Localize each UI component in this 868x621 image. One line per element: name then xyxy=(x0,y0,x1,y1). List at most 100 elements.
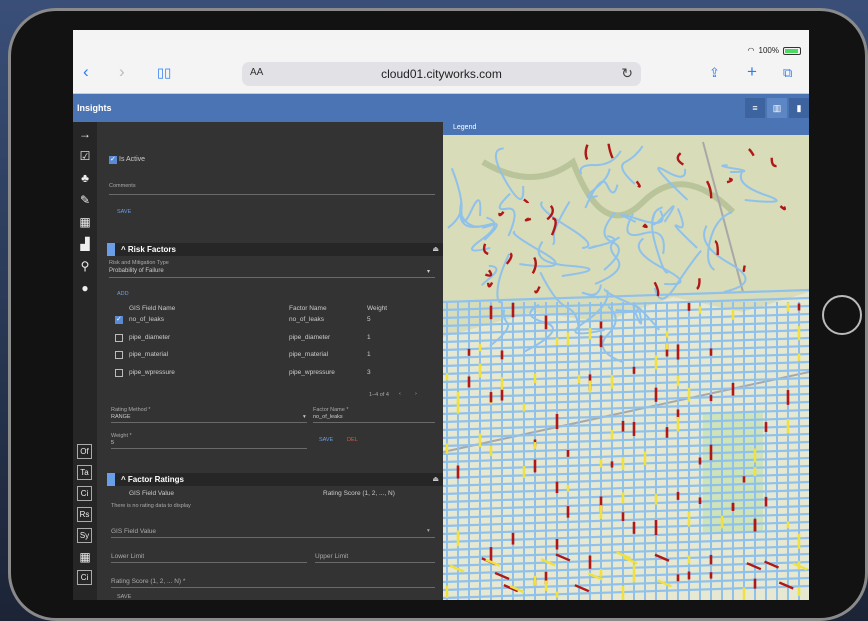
factor-ratings-title: ^ Factor Ratings xyxy=(121,475,184,484)
map-canvas[interactable] xyxy=(443,122,809,600)
legend-label: Legend xyxy=(453,124,477,131)
rating-method-select[interactable]: RANGE xyxy=(111,414,131,420)
sidebar-item-sy[interactable]: Sy xyxy=(77,528,92,543)
gis-field-dropdown-icon[interactable]: ▾ xyxy=(427,528,430,534)
col-factor-name: Factor Name xyxy=(289,305,327,312)
user-icon[interactable]: ● xyxy=(77,280,93,296)
share-icon[interactable]: ⇪ xyxy=(709,65,720,81)
list-view-icon[interactable]: ≡ xyxy=(745,98,765,118)
row-checkbox[interactable] xyxy=(115,315,123,324)
sidebar-item-ci-2[interactable]: Ci xyxy=(77,570,92,585)
dropdown-icon[interactable]: ▾ xyxy=(427,268,430,275)
sidebar-item-of[interactable]: Of xyxy=(77,444,92,459)
calculator-icon[interactable]: ▦ xyxy=(77,214,93,230)
comments-label: Comments xyxy=(109,183,136,189)
is-active-checkbox[interactable] xyxy=(109,155,117,164)
weight-underline xyxy=(111,448,307,449)
safari-toolbar: ◠ 100% ‹ › ▯▯ AA cloud01.cityworks.com ↻… xyxy=(73,30,809,94)
sidebar-item-ta[interactable]: Ta xyxy=(77,465,92,480)
bar-chart-icon[interactable]: ▟ xyxy=(77,236,93,252)
rating-method-label: Rating Method * xyxy=(111,407,151,413)
weight-cell: 1 xyxy=(367,334,371,341)
pagination-text: 1–4 of 4 xyxy=(369,392,389,398)
mitigation-type-label: Risk and Mitigation Type xyxy=(109,260,169,266)
risk-factors-header[interactable]: ^ Risk Factors ⏏ xyxy=(107,243,443,256)
factor-name-underline xyxy=(313,422,435,423)
factor-name-cell: pipe_diameter xyxy=(289,334,331,341)
factor-name-cell: pipe_material xyxy=(289,351,329,358)
arrow-right-icon[interactable]: → xyxy=(77,126,93,142)
next-page-icon[interactable]: › xyxy=(415,391,417,397)
risk-segment xyxy=(524,217,532,222)
address-bar[interactable]: AA cloud01.cityworks.com ↻ xyxy=(242,62,641,86)
save-button[interactable]: SAVE xyxy=(117,209,131,215)
row-checkbox[interactable] xyxy=(115,351,123,359)
wrench-icon[interactable]: ✎ xyxy=(77,192,93,208)
sidebar-item-ci[interactable]: Ci xyxy=(77,486,92,501)
upper-limit-underline xyxy=(315,562,435,563)
col-weight: Weight xyxy=(367,305,388,312)
hierarchy-icon[interactable]: ♣ xyxy=(77,170,93,186)
section-accent xyxy=(107,473,115,486)
weight-cell: 5 xyxy=(367,316,371,323)
upper-limit-input[interactable]: Upper Limit xyxy=(315,553,348,560)
app-title: Insights xyxy=(77,103,112,113)
split-view-icon[interactable]: ▥ xyxy=(767,98,787,118)
view-switcher: ≡ ▥ ▮ xyxy=(745,98,809,118)
reload-icon[interactable]: ↻ xyxy=(621,65,633,82)
rating-save-button[interactable]: SAVE xyxy=(117,594,131,600)
status-bar: ◠ 100% xyxy=(748,46,801,55)
battery-icon xyxy=(783,46,801,55)
rating-score-input[interactable]: Rating Score (1, 2, ... N) * xyxy=(111,578,185,585)
map-view[interactable]: Legend xyxy=(443,122,809,600)
factor-delete-button[interactable]: DEL xyxy=(347,437,358,443)
risk-segment xyxy=(742,265,746,273)
clipboard-check-icon[interactable]: ☑ xyxy=(77,148,93,164)
weight-input[interactable]: 5 xyxy=(111,440,114,446)
add-button[interactable]: ADD xyxy=(117,291,129,297)
prev-page-icon[interactable]: ‹ xyxy=(399,391,401,397)
factor-name-cell: no_of_leaks xyxy=(289,316,325,323)
factor-save-button[interactable]: SAVE xyxy=(319,437,333,443)
select-underline xyxy=(109,277,435,278)
collapse-icon[interactable]: ⏏ xyxy=(432,475,439,483)
is-active-label: Is Active xyxy=(119,156,146,163)
risk-model-panel: Is Active Comments SAVE ^ Risk Factors ⏏… xyxy=(97,122,443,600)
lower-limit-input[interactable]: Lower Limit xyxy=(111,553,144,560)
battery-text: 100% xyxy=(758,46,779,55)
new-tab-icon[interactable]: + xyxy=(747,62,757,82)
weight-cell: 1 xyxy=(367,351,371,358)
factor-ratings-header[interactable]: ^ Factor Ratings ⏏ xyxy=(107,473,443,486)
empty-state-text: There is no rating data to display xyxy=(111,503,191,509)
row-checkbox[interactable] xyxy=(115,369,123,377)
screen: ◠ 100% ‹ › ▯▯ AA cloud01.cityworks.com ↻… xyxy=(73,30,809,600)
gis-field-cell: pipe_material xyxy=(129,351,169,358)
grid-icon[interactable]: ▦ xyxy=(77,549,93,565)
forward-icon[interactable]: › xyxy=(119,62,125,82)
gis-field-cell: no_of_leaks xyxy=(129,316,165,323)
gis-field-cell: pipe_wpressure xyxy=(129,369,175,376)
sidebar: → ☑ ♣ ✎ ▦ ▟ ⚲ ● Of Ta Ci Rs Sy ▦ Ci xyxy=(73,122,97,600)
app-header: Insights ≡ ▥ ▮ xyxy=(73,94,809,122)
reader-button[interactable]: AA xyxy=(250,67,263,78)
url-text: cloud01.cityworks.com xyxy=(381,67,502,81)
collapse-icon[interactable]: ⏏ xyxy=(432,245,439,253)
bookmarks-icon[interactable]: ▯▯ xyxy=(157,65,171,81)
search-icon[interactable]: ⚲ xyxy=(77,258,93,274)
gis-field-value-select[interactable]: GIS Field Value xyxy=(111,528,156,535)
wifi-icon: ◠ xyxy=(747,46,755,55)
map-view-icon[interactable]: ▮ xyxy=(789,98,809,118)
mitigation-type-select[interactable]: Probability of Failure xyxy=(109,268,164,274)
sidebar-item-rs[interactable]: Rs xyxy=(77,507,92,522)
lower-limit-underline xyxy=(111,562,307,563)
legend-bar[interactable]: Legend xyxy=(443,122,809,135)
weight-label: Weight * xyxy=(111,433,132,439)
rating-method-dropdown-icon[interactable]: ▾ xyxy=(303,414,306,420)
row-checkbox[interactable] xyxy=(115,334,123,342)
comments-field[interactable] xyxy=(109,194,435,195)
back-icon[interactable]: ‹ xyxy=(83,62,89,82)
col-rating-score: Rating Score (1, 2, ..., N) xyxy=(323,490,395,497)
factor-name-input[interactable]: no_of_leaks xyxy=(313,414,343,420)
rating-score-underline xyxy=(111,587,435,588)
tabs-icon[interactable]: ⧉ xyxy=(783,65,792,81)
